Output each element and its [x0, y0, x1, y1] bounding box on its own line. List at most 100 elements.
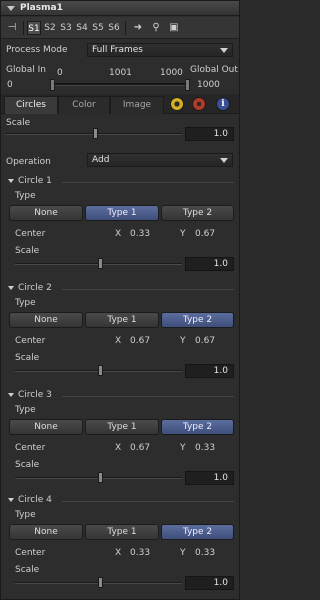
- circle-scale-label: Scale: [15, 460, 40, 470]
- slot-button-s2[interactable]: S2: [43, 21, 57, 35]
- radioactive-icon[interactable]: [170, 97, 184, 111]
- center-y-value[interactable]: 0.33: [195, 443, 215, 453]
- range-in-handle[interactable]: [50, 79, 55, 91]
- collapse-triangle-icon[interactable]: [8, 286, 14, 290]
- center-x-label: X: [115, 336, 122, 346]
- type-1-button[interactable]: Type 1: [85, 524, 159, 540]
- type-label: Type: [15, 191, 36, 201]
- slot-button-s6[interactable]: S6: [107, 21, 121, 35]
- chevron-down-icon: [220, 158, 228, 163]
- range-start-tick: 0: [57, 68, 63, 78]
- arrow-icon[interactable]: ➜: [129, 21, 147, 35]
- process-mode-value: Full Frames: [92, 45, 143, 55]
- global-in-value[interactable]: 0: [7, 80, 13, 90]
- slot-button-s1[interactable]: S1: [27, 21, 41, 35]
- center-y-value[interactable]: 0.33: [195, 548, 215, 558]
- collapse-triangle-icon[interactable]: [8, 393, 14, 397]
- operation-value: Add: [92, 155, 110, 165]
- collapse-triangle-icon[interactable]: [8, 498, 14, 502]
- circle-scale-field[interactable]: 1.0: [185, 576, 234, 590]
- operation-dropdown[interactable]: Add: [87, 153, 233, 167]
- circle-scale-field[interactable]: 1.0: [185, 257, 234, 271]
- circle-scale-label: Scale: [15, 246, 40, 256]
- scale-field[interactable]: 1.0: [185, 127, 234, 141]
- global-in-label: Global In: [6, 65, 46, 75]
- tool-title-bar[interactable]: Plasma1: [1, 1, 239, 16]
- center-y-value[interactable]: 0.67: [195, 229, 215, 239]
- center-y-label: Y: [180, 548, 186, 558]
- circle-section-title[interactable]: Circle 4: [18, 495, 52, 505]
- center-y-value[interactable]: 0.67: [195, 336, 215, 346]
- center-x-value[interactable]: 0.33: [130, 548, 150, 558]
- type-1-button[interactable]: Type 1: [85, 419, 159, 435]
- section-divider: [62, 289, 234, 290]
- tab-color[interactable]: Color: [58, 96, 110, 114]
- gear-icon[interactable]: [192, 97, 206, 111]
- circle-scale-handle[interactable]: [98, 258, 103, 269]
- process-mode-label: Process Mode: [6, 45, 68, 55]
- scale-label: Scale: [6, 118, 31, 128]
- tool-toolbar: ⊣ S1 S2 S3 S4 S5 S6 ➜ ⚲ ▣: [1, 17, 239, 39]
- circle-scale-field[interactable]: 1.0: [185, 471, 234, 485]
- tab-circles[interactable]: Circles: [4, 96, 58, 114]
- center-label: Center: [15, 336, 46, 346]
- slot-button-s5[interactable]: S5: [91, 21, 105, 35]
- collapse-triangle-icon[interactable]: [7, 6, 15, 11]
- global-out-value[interactable]: 1000: [197, 80, 220, 90]
- save-icon[interactable]: ▣: [165, 21, 183, 35]
- circle-scale-handle[interactable]: [98, 577, 103, 588]
- range-end-tick: 1000: [160, 68, 183, 78]
- tool-panel: [0, 0, 240, 600]
- type-none-button[interactable]: None: [9, 205, 83, 221]
- tool-title: Plasma1: [20, 3, 63, 13]
- tab-image[interactable]: Image: [110, 96, 164, 114]
- range-out-handle[interactable]: [185, 79, 190, 91]
- circle-scale-handle[interactable]: [98, 472, 103, 483]
- type-1-button[interactable]: Type 1: [85, 312, 159, 328]
- process-mode-dropdown[interactable]: Full Frames: [87, 43, 233, 57]
- type-2-button[interactable]: Type 2: [161, 312, 234, 328]
- circle-scale-field[interactable]: 1.0: [185, 364, 234, 378]
- info-icon[interactable]: i: [216, 97, 230, 111]
- circle-section-title[interactable]: Circle 3: [18, 390, 52, 400]
- circle-section-title[interactable]: Circle 1: [18, 176, 52, 186]
- type-none-button[interactable]: None: [9, 524, 83, 540]
- section-divider: [62, 396, 234, 397]
- toolbar-divider: [125, 21, 126, 35]
- pick-icon[interactable]: ⚲: [147, 21, 165, 35]
- global-range-slider[interactable]: [54, 83, 188, 86]
- circle-scale-handle[interactable]: [98, 365, 103, 376]
- global-out-label: Global Out: [190, 65, 238, 75]
- chevron-down-icon: [220, 48, 228, 53]
- type-2-button[interactable]: Type 2: [161, 205, 234, 221]
- center-label: Center: [15, 548, 46, 558]
- center-x-value[interactable]: 0.67: [130, 443, 150, 453]
- center-label: Center: [15, 229, 46, 239]
- section-divider: [62, 501, 234, 502]
- center-x-label: X: [115, 229, 122, 239]
- center-label: Center: [15, 443, 46, 453]
- type-label: Type: [15, 405, 36, 415]
- toolbar-divider: [23, 21, 24, 35]
- collapse-triangle-icon[interactable]: [8, 179, 14, 183]
- center-x-value[interactable]: 0.33: [130, 229, 150, 239]
- center-x-label: X: [115, 548, 122, 558]
- circle-section-title[interactable]: Circle 2: [18, 283, 52, 293]
- slot-button-s4[interactable]: S4: [75, 21, 89, 35]
- scale-slider-handle[interactable]: [93, 128, 98, 139]
- pin-icon[interactable]: ⊣: [3, 21, 21, 35]
- circle-scale-label: Scale: [15, 565, 40, 575]
- type-2-button[interactable]: Type 2: [161, 524, 234, 540]
- center-x-label: X: [115, 443, 122, 453]
- type-1-button[interactable]: Type 1: [85, 205, 159, 221]
- type-2-button[interactable]: Type 2: [161, 419, 234, 435]
- type-label: Type: [15, 510, 36, 520]
- center-y-label: Y: [180, 336, 186, 346]
- type-none-button[interactable]: None: [9, 312, 83, 328]
- slot-button-s3[interactable]: S3: [59, 21, 73, 35]
- type-none-button[interactable]: None: [9, 419, 83, 435]
- operation-label: Operation: [6, 157, 51, 167]
- center-x-value[interactable]: 0.67: [130, 336, 150, 346]
- section-divider: [62, 182, 234, 183]
- type-label: Type: [15, 298, 36, 308]
